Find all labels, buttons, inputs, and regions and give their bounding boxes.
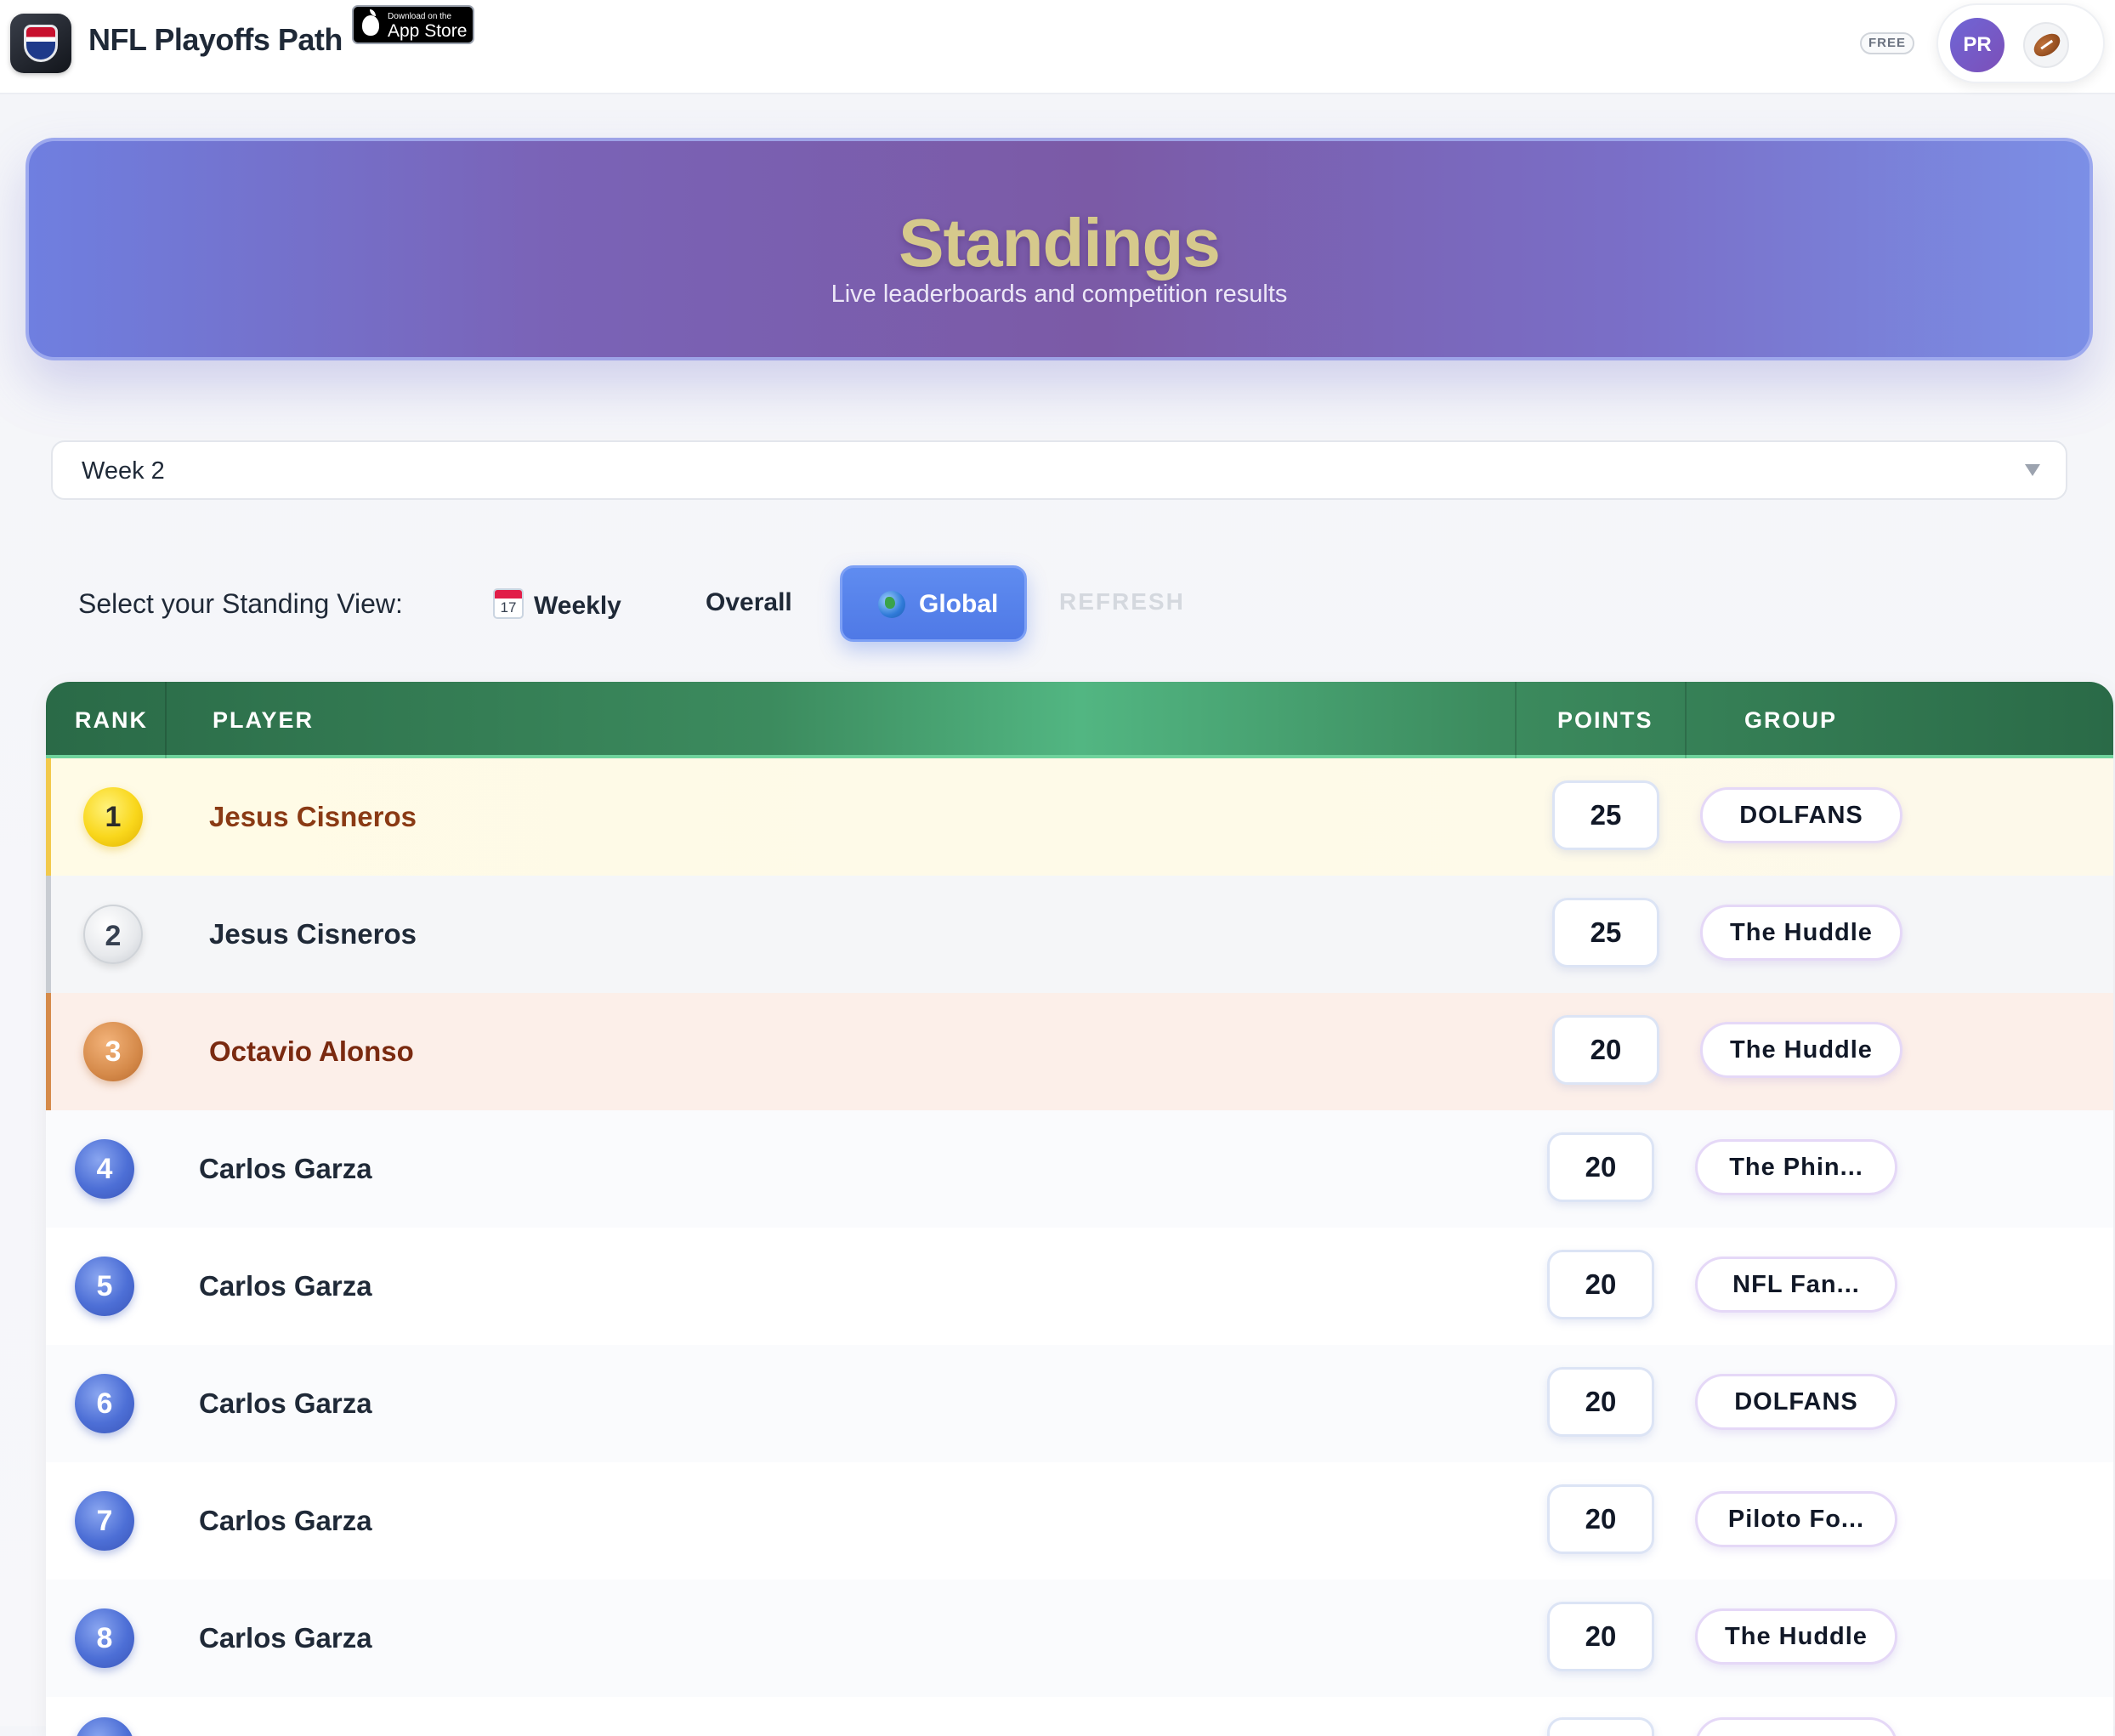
points-value: 20 [1547, 1484, 1654, 1554]
column-header-player[interactable]: PLAYER [213, 707, 314, 734]
group-pill[interactable]: The Huddle [1700, 1022, 1902, 1078]
table-row[interactable]: 1 Jesus Cisneros 25 DOLFANS [46, 758, 2113, 876]
app-store-big-text: App Store [388, 21, 468, 41]
group-pill[interactable]: DOLFANS [1695, 1374, 1897, 1430]
user-menu[interactable]: PR [1936, 3, 2105, 83]
table-header: RANK PLAYER POINTS GROUP [46, 682, 2113, 758]
group-pill[interactable]: The Huddle [1695, 1608, 1897, 1665]
weekly-button-label: Weekly [534, 592, 621, 620]
overall-button[interactable]: Overall [706, 588, 792, 617]
app-store-small-text: Download on the [388, 12, 452, 21]
calendar-icon [493, 588, 524, 619]
avatar[interactable]: PR [1950, 18, 2004, 72]
global-button-label: Global [919, 590, 999, 618]
table-row[interactable]: 6 Carlos Garza 20 DOLFANS [46, 1345, 2113, 1462]
table-row[interactable]: 8 Carlos Garza 20 The Huddle [46, 1580, 2113, 1697]
standing-view-label: Select your Standing View: [78, 588, 403, 619]
rank-badge: 8 [75, 1608, 134, 1668]
football-icon[interactable] [2023, 22, 2069, 68]
column-divider [1515, 682, 1517, 758]
points-value: 25 [1552, 898, 1659, 967]
rank-badge: 4 [75, 1139, 134, 1199]
group-pill[interactable]: Piloto Fo... [1695, 1491, 1897, 1547]
points-value: 20 [1552, 1015, 1659, 1085]
table-row-partial[interactable] [46, 1697, 2113, 1736]
player-name[interactable]: Octavio Alonso [209, 1035, 414, 1068]
column-header-rank[interactable]: RANK [75, 707, 148, 734]
table-row[interactable]: 4 Carlos Garza 20 The Phin... [46, 1110, 2113, 1228]
apple-icon [362, 9, 379, 36]
points-value: 20 [1547, 1602, 1654, 1671]
column-header-points[interactable]: POINTS [1557, 707, 1653, 734]
rank-badge: 7 [75, 1491, 134, 1551]
standings-table: RANK PLAYER POINTS GROUP 1 Jesus Cisnero… [46, 682, 2113, 1736]
table-row[interactable]: 2 Jesus Cisneros 25 The Huddle [46, 876, 2113, 993]
player-name[interactable]: Carlos Garza [199, 1387, 372, 1420]
points-value: 20 [1547, 1132, 1654, 1202]
page-subtitle: Live leaderboards and competition result… [831, 281, 1288, 308]
player-name[interactable]: Carlos Garza [199, 1270, 372, 1302]
rank-badge: 1 [83, 787, 143, 847]
player-name[interactable]: Jesus Cisneros [209, 918, 417, 950]
app-title[interactable]: NFL Playoffs Path [88, 22, 343, 58]
hero-banner: Standings Live leaderboards and competit… [26, 138, 2093, 360]
column-divider [165, 682, 167, 758]
points-value: 20 [1547, 1250, 1654, 1319]
group-pill[interactable]: DOLFANS [1700, 787, 1902, 843]
refresh-button[interactable]: REFRESH [1059, 588, 1185, 616]
week-select[interactable]: Week 2 [51, 440, 2067, 500]
column-header-group[interactable]: GROUP [1744, 707, 1837, 734]
plan-badge: FREE [1860, 32, 1914, 54]
group-pill[interactable]: The Huddle [1700, 905, 1902, 961]
group-pill[interactable]: NFL Fan... [1695, 1257, 1897, 1313]
top-bar: NFL Playoffs Path Download on the App St… [0, 0, 2115, 94]
rank-badge: 2 [83, 905, 143, 964]
player-name[interactable]: Carlos Garza [199, 1622, 372, 1654]
group-pill[interactable]: The Phin... [1695, 1139, 1897, 1195]
rank-badge: 3 [83, 1022, 143, 1081]
chevron-down-icon [2025, 464, 2040, 476]
app-store-badge[interactable]: Download on the App Store [352, 5, 474, 44]
rank-badge: 5 [75, 1257, 134, 1316]
player-name[interactable]: Carlos Garza [199, 1153, 372, 1185]
column-divider [1685, 682, 1687, 758]
globe-icon [878, 591, 905, 618]
global-button[interactable]: Global [840, 565, 1027, 642]
group-pill[interactable] [1695, 1717, 1897, 1736]
weekly-button[interactable]: Weekly [493, 588, 621, 621]
points-value: 20 [1547, 1367, 1654, 1437]
rank-badge: 6 [75, 1374, 134, 1433]
player-name[interactable]: Jesus Cisneros [209, 801, 417, 833]
app-logo-icon[interactable] [10, 14, 71, 73]
table-row[interactable]: 7 Carlos Garza 20 Piloto Fo... [46, 1462, 2113, 1580]
points-value: 25 [1552, 780, 1659, 850]
table-row[interactable]: 3 Octavio Alonso 20 The Huddle [46, 993, 2113, 1110]
table-row[interactable]: 5 Carlos Garza 20 NFL Fan... [46, 1228, 2113, 1345]
points-value [1547, 1717, 1654, 1736]
rank-badge [75, 1717, 134, 1736]
page-title: Standings [899, 205, 1221, 281]
player-name[interactable]: Carlos Garza [199, 1505, 372, 1537]
week-select-value: Week 2 [82, 457, 165, 485]
